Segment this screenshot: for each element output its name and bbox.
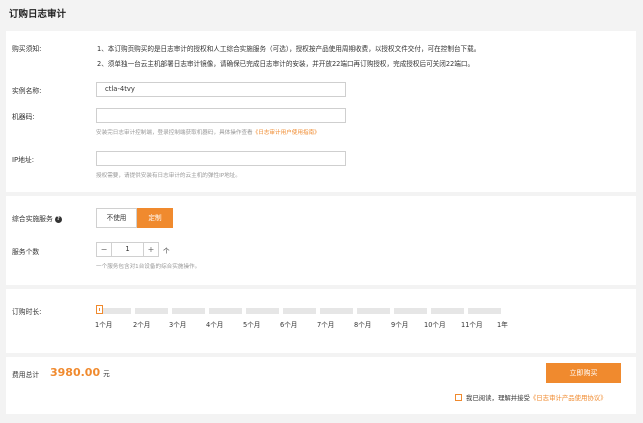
duration-segment[interactable] — [320, 308, 353, 314]
user-guide-link[interactable]: 《日志审计用户使用指南》 — [253, 130, 320, 136]
service-count-hint: 一个服务包含对1台设备的综合实施操作。 — [96, 264, 201, 270]
machine-code-label: 机器码: — [12, 113, 35, 121]
duration-tick-2[interactable]: 2个月 — [133, 319, 150, 329]
total-amount: 3980.00 — [50, 366, 101, 379]
increment-button[interactable]: + — [143, 242, 159, 257]
total-unit: 元 — [103, 370, 110, 378]
instance-name-label: 实例名称: — [12, 87, 42, 95]
decrement-button[interactable]: − — [96, 242, 112, 257]
service-label: 综合实施服务? — [12, 213, 62, 223]
duration-tick-4[interactable]: 4个月 — [206, 319, 223, 329]
duration-tick-12[interactable]: 1年 — [497, 319, 508, 329]
duration-tick-6[interactable]: 6个月 — [280, 319, 297, 329]
duration-tick-7[interactable]: 7个月 — [317, 319, 334, 329]
ip-address-input[interactable] — [96, 151, 346, 166]
duration-tick-10[interactable]: 10个月 — [424, 319, 446, 329]
duration-slider-handle[interactable] — [96, 305, 103, 314]
duration-segment[interactable] — [246, 308, 279, 314]
duration-tick-9[interactable]: 9个月 — [391, 319, 408, 329]
help-icon[interactable]: ? — [54, 216, 62, 223]
service-panel: 综合实施服务? 不使用 定制 服务个数 − 1 + 个 一个服务包含对1台设备的… — [6, 196, 636, 285]
service-count-input[interactable]: 1 — [112, 242, 143, 257]
duration-tick-3[interactable]: 3个月 — [169, 319, 186, 329]
duration-tick-1[interactable]: 1个月 — [95, 319, 112, 329]
checkout-panel: 费用总计 3980.00 元 立即购买 我已阅读，理解并接受《日志审计产品使用协议… — [6, 357, 636, 414]
duration-tick-5[interactable]: 5个月 — [243, 319, 260, 329]
total-label: 费用总计 — [12, 371, 40, 379]
buy-now-button[interactable]: 立即购买 — [546, 363, 621, 383]
order-info-panel: 购买须知: 1、本订购页购买的是日志审计的授权和人工综合实施服务（可选），授权按… — [6, 31, 636, 192]
duration-segment[interactable] — [209, 308, 242, 314]
duration-segment[interactable] — [135, 308, 168, 314]
instance-name-field[interactable]: ctla-4tvy — [96, 82, 346, 97]
ip-address-hint: 授权需要，请提供安装有日志审计的云主机的弹性IP地址。 — [96, 173, 241, 179]
service-label-text: 综合实施服务 — [12, 215, 53, 223]
machine-code-input[interactable] — [96, 108, 346, 123]
notice-line-1: 1、本订购页购买的是日志审计的授权和人工综合实施服务（可选），授权按产品使用周期… — [97, 45, 481, 53]
service-count-unit: 个 — [163, 247, 170, 255]
service-option-custom[interactable]: 定制 — [137, 208, 173, 228]
agreement-prefix: 我已阅读，理解并接受 — [466, 394, 530, 402]
service-count-label: 服务个数 — [12, 248, 40, 256]
machine-code-hint: 安装完日志审计控制端，登录控制端获取机器码，具体操作查看《日志审计用户使用指南》 — [96, 128, 320, 136]
duration-segment[interactable] — [394, 308, 427, 314]
total-price: 3980.00 元 — [50, 366, 110, 379]
machine-code-hint-text: 安装完日志审计控制端，登录控制端获取机器码，具体操作查看 — [96, 130, 253, 136]
duration-segment[interactable] — [468, 308, 501, 314]
notice-label: 购买须知: — [12, 45, 42, 53]
page-title: 订购日志审计 — [9, 9, 67, 20]
ip-address-label: IP地址: — [12, 156, 34, 164]
duration-segment[interactable] — [431, 308, 464, 314]
duration-segment[interactable] — [357, 308, 390, 314]
notice-line-2: 2、须单独一台云主机部署日志审计镜像，请确保已完成日志审计的安装，并开放22端口… — [97, 60, 475, 68]
duration-segment[interactable] — [283, 308, 316, 314]
duration-slider[interactable] — [98, 308, 502, 314]
duration-label: 订购时长: — [12, 308, 42, 316]
duration-panel: 订购时长: 1个月 2个月 3个月 4个月 5个月 6个月 7个月 8个月 9个… — [6, 289, 636, 353]
duration-tick-8[interactable]: 8个月 — [354, 319, 371, 329]
agreement-link[interactable]: 《日志审计产品使用协议》 — [530, 394, 607, 402]
duration-tick-11[interactable]: 11个月 — [461, 319, 483, 329]
duration-segment[interactable] — [172, 308, 205, 314]
agreement-checkbox[interactable] — [455, 394, 462, 401]
agreement-text: 我已阅读，理解并接受《日志审计产品使用协议》 — [466, 393, 607, 402]
service-option-none[interactable]: 不使用 — [96, 208, 137, 228]
